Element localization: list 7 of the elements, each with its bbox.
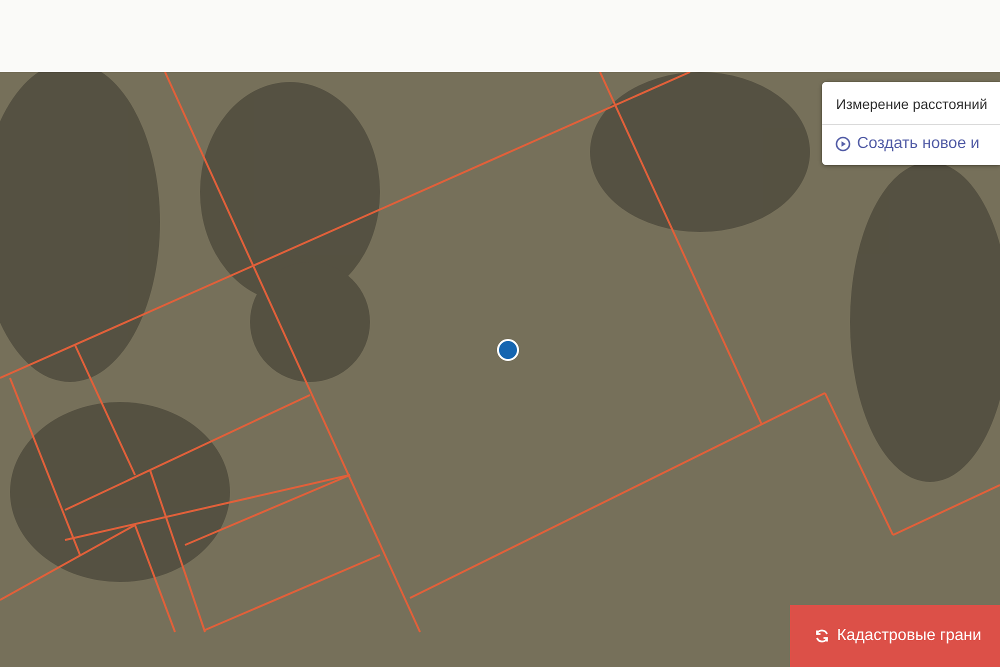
cadastral-boundaries-button[interactable]: Кадастровые грани [790,605,1000,667]
location-marker[interactable] [497,339,519,361]
panel-title: Измерение расстояний [822,82,1000,125]
create-measurement-link[interactable]: Создать новое и [822,125,1000,165]
refresh-icon [814,628,830,644]
play-circle-icon [835,136,851,152]
satellite-map[interactable]: Измерение расстояний Создать новое и Кадастровые грани [0,72,1000,667]
